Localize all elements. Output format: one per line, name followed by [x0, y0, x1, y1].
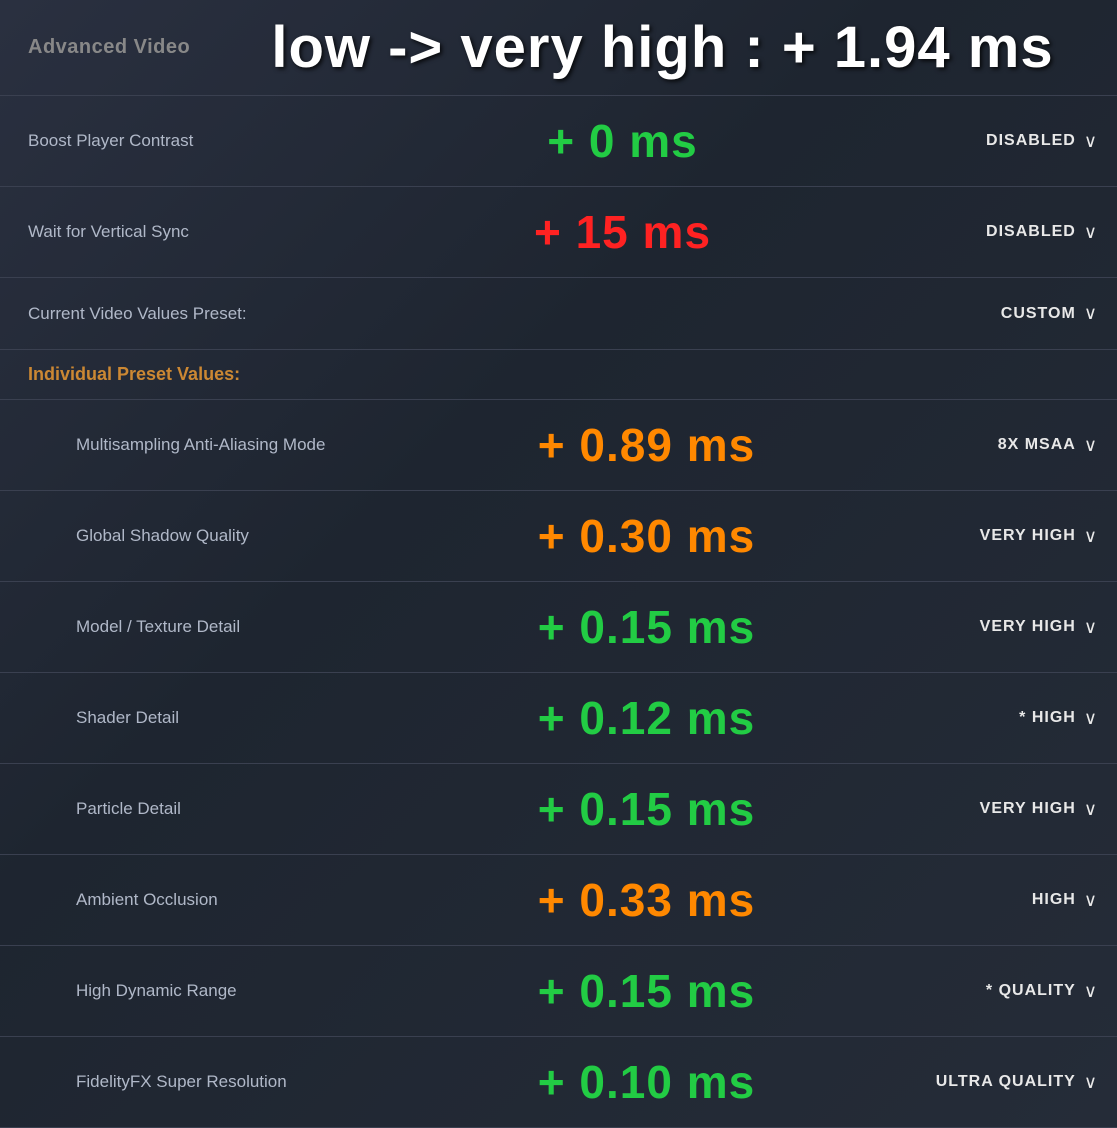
vertical-sync-value: DISABLED	[986, 223, 1076, 241]
high-dynamic-range-value: * QUALITY	[986, 982, 1076, 1000]
ambient-occlusion-value: HIGH	[1032, 891, 1076, 909]
high-dynamic-range-latency: + 0.15 ms	[396, 964, 897, 1018]
global-shadow-quality-dropdown[interactable]: VERY HIGH ∨	[897, 526, 1097, 547]
model-texture-detail-latency: + 0.15 ms	[396, 600, 897, 654]
header-row: Advanced Video low -> very high : + 1.94…	[0, 0, 1117, 96]
particle-detail-row: Particle Detail + 0.15 ms VERY HIGH ∨	[0, 764, 1117, 855]
shader-detail-row: Shader Detail + 0.12 ms * HIGH ∨	[0, 673, 1117, 764]
model-texture-detail-label: Model / Texture Detail	[76, 617, 396, 637]
ambient-occlusion-chevron: ∨	[1084, 890, 1097, 911]
shader-detail-label: Shader Detail	[76, 708, 396, 728]
boost-player-contrast-latency: + 0 ms	[348, 114, 897, 168]
boost-player-contrast-chevron: ∨	[1084, 131, 1097, 152]
vertical-sync-dropdown[interactable]: DISABLED ∨	[897, 222, 1097, 243]
global-shadow-quality-row: Global Shadow Quality + 0.30 ms VERY HIG…	[0, 491, 1117, 582]
msaa-mode-row: Multisampling Anti-Aliasing Mode + 0.89 …	[0, 400, 1117, 491]
msaa-mode-chevron: ∨	[1084, 435, 1097, 456]
advanced-video-panel: Advanced Video low -> very high : + 1.94…	[0, 0, 1117, 1128]
boost-player-contrast-label: Boost Player Contrast	[28, 131, 348, 151]
global-shadow-quality-value: VERY HIGH	[980, 527, 1076, 545]
header-latency-value: low -> very high : + 1.94 ms	[228, 14, 1097, 81]
ambient-occlusion-row: Ambient Occlusion + 0.33 ms HIGH ∨	[0, 855, 1117, 946]
ambient-occlusion-latency: + 0.33 ms	[396, 873, 897, 927]
video-preset-dropdown[interactable]: CUSTOM ∨	[897, 303, 1097, 324]
fidelityfx-super-resolution-row: FidelityFX Super Resolution + 0.10 ms UL…	[0, 1037, 1117, 1128]
vertical-sync-chevron: ∨	[1084, 222, 1097, 243]
boost-player-contrast-row: Boost Player Contrast + 0 ms DISABLED ∨	[0, 96, 1117, 187]
shader-detail-value: * HIGH	[1019, 709, 1076, 727]
boost-player-contrast-value: DISABLED	[986, 132, 1076, 150]
model-texture-detail-chevron: ∨	[1084, 617, 1097, 638]
shader-detail-chevron: ∨	[1084, 708, 1097, 729]
sub-rows-container: Multisampling Anti-Aliasing Mode + 0.89 …	[0, 400, 1117, 1128]
particle-detail-chevron: ∨	[1084, 799, 1097, 820]
video-preset-chevron: ∨	[1084, 303, 1097, 324]
msaa-mode-latency: + 0.89 ms	[396, 418, 897, 472]
ambient-occlusion-dropdown[interactable]: HIGH ∨	[897, 890, 1097, 911]
vertical-sync-row: Wait for Vertical Sync + 15 ms DISABLED …	[0, 187, 1117, 278]
msaa-mode-value: 8X MSAA	[998, 436, 1076, 454]
particle-detail-dropdown[interactable]: VERY HIGH ∨	[897, 799, 1097, 820]
high-dynamic-range-dropdown[interactable]: * QUALITY ∨	[897, 981, 1097, 1002]
video-preset-row: Current Video Values Preset: CUSTOM ∨	[0, 278, 1117, 350]
high-dynamic-range-chevron: ∨	[1084, 981, 1097, 1002]
vertical-sync-label: Wait for Vertical Sync	[28, 222, 348, 242]
section-title: Advanced Video	[28, 36, 228, 59]
model-texture-detail-value: VERY HIGH	[980, 618, 1076, 636]
vertical-sync-latency: + 15 ms	[348, 205, 897, 259]
shader-detail-dropdown[interactable]: * HIGH ∨	[897, 708, 1097, 729]
video-preset-label: Current Video Values Preset:	[28, 304, 463, 324]
shader-detail-latency: + 0.12 ms	[396, 691, 897, 745]
fidelityfx-super-resolution-label: FidelityFX Super Resolution	[76, 1072, 396, 1092]
model-texture-detail-row: Model / Texture Detail + 0.15 ms VERY HI…	[0, 582, 1117, 673]
msaa-mode-dropdown[interactable]: 8X MSAA ∨	[897, 435, 1097, 456]
fidelityfx-super-resolution-latency: + 0.10 ms	[396, 1055, 897, 1109]
global-shadow-quality-latency: + 0.30 ms	[396, 509, 897, 563]
high-dynamic-range-label: High Dynamic Range	[76, 981, 396, 1001]
global-shadow-quality-chevron: ∨	[1084, 526, 1097, 547]
global-shadow-quality-label: Global Shadow Quality	[76, 526, 396, 546]
boost-player-contrast-dropdown[interactable]: DISABLED ∨	[897, 131, 1097, 152]
video-preset-value: CUSTOM	[1001, 305, 1076, 323]
fidelityfx-super-resolution-chevron: ∨	[1084, 1072, 1097, 1093]
particle-detail-value: VERY HIGH	[980, 800, 1076, 818]
msaa-mode-label: Multisampling Anti-Aliasing Mode	[76, 435, 396, 455]
ambient-occlusion-label: Ambient Occlusion	[76, 890, 396, 910]
individual-preset-subtitle: Individual Preset Values:	[0, 350, 1117, 400]
high-dynamic-range-row: High Dynamic Range + 0.15 ms * QUALITY ∨	[0, 946, 1117, 1037]
particle-detail-latency: + 0.15 ms	[396, 782, 897, 836]
fidelityfx-super-resolution-dropdown[interactable]: ULTRA QUALITY ∨	[897, 1072, 1097, 1093]
model-texture-detail-dropdown[interactable]: VERY HIGH ∨	[897, 617, 1097, 638]
fidelityfx-super-resolution-value: ULTRA QUALITY	[936, 1073, 1076, 1091]
particle-detail-label: Particle Detail	[76, 799, 396, 819]
